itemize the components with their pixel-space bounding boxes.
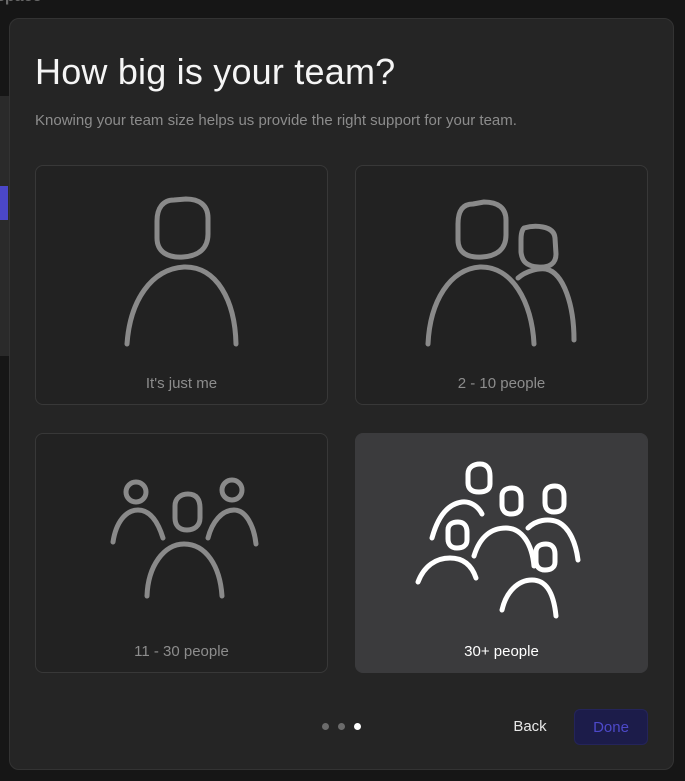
large-group-icon [415, 461, 581, 619]
option-label: 30+ people [464, 643, 539, 660]
option-30-plus-people[interactable]: 30+ people [355, 433, 648, 673]
pagination-dot-active [354, 723, 361, 730]
option-2-10-people[interactable]: 2 - 10 people [355, 165, 648, 405]
pagination-dot [322, 723, 329, 730]
two-people-icon [425, 199, 577, 347]
background-partial-title: space [0, 0, 41, 6]
option-just-me[interactable]: It's just me [35, 165, 328, 405]
dialog-title: How big is your team? [35, 51, 396, 92]
background-accent-tab [0, 186, 8, 220]
option-label: It's just me [145, 375, 218, 392]
pagination-dot [338, 723, 345, 730]
single-person-icon [124, 196, 239, 347]
team-size-dialog: How big is your team? Knowing your team … [9, 18, 674, 770]
option-label: 2 - 10 people [457, 375, 546, 392]
dialog-subtitle: Knowing your team size helps us provide … [35, 112, 517, 129]
done-button[interactable]: Done [574, 709, 648, 745]
small-group-icon [110, 477, 259, 599]
option-label: 11 - 30 people [134, 643, 229, 660]
option-11-30-people[interactable]: 11 - 30 people [35, 433, 328, 673]
back-button[interactable]: Back [500, 709, 560, 743]
